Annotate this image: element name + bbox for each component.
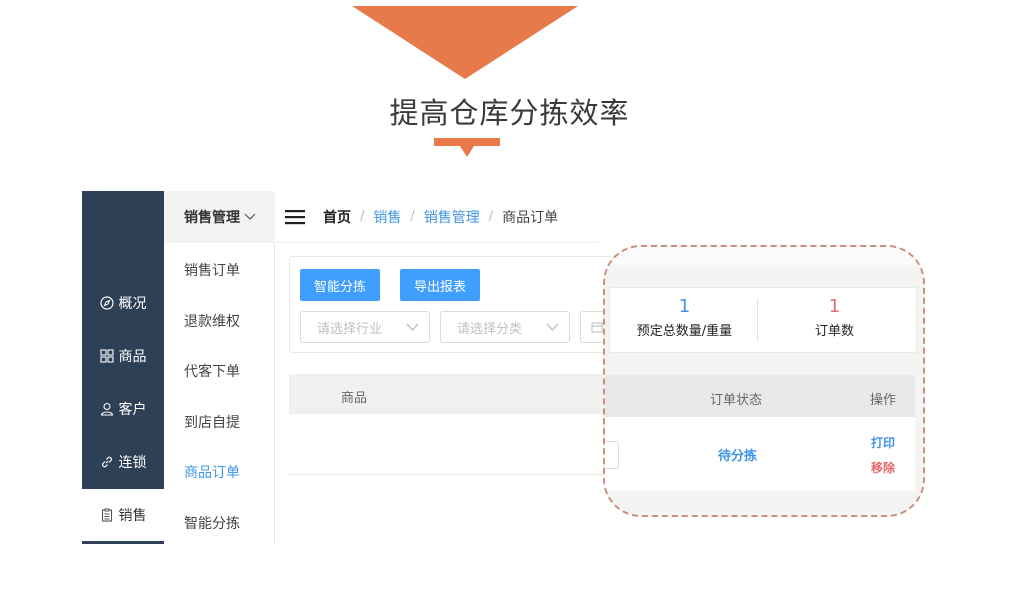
submenu-heading[interactable]: 销售管理 bbox=[164, 191, 275, 243]
industry-select[interactable]: 请选择行业 bbox=[300, 311, 430, 343]
nav-item-label: 客户 bbox=[118, 402, 147, 418]
submenu-item-product-orders[interactable]: 商品订单 bbox=[184, 462, 240, 482]
breadcrumb-sales[interactable]: 销售 bbox=[373, 207, 401, 227]
nav-item-label: 连锁 bbox=[118, 455, 147, 471]
stats-divider bbox=[757, 298, 758, 342]
stat-order-count: 1 订单数 bbox=[772, 296, 897, 339]
clipboard-icon bbox=[101, 508, 112, 522]
breadcrumb-separator: / bbox=[410, 209, 415, 224]
zoom-callout: 1 预定总数量/重量 1 订单数 订单状态 操作 待分拣 打印 移除 bbox=[603, 245, 925, 517]
top-bar: 首页 / 销售 / 销售管理 / 商品订单 bbox=[275, 191, 598, 243]
stat-total-quantity-label: 预定总数量/重量 bbox=[636, 324, 733, 339]
submenu-item-proxy-order[interactable]: 代客下单 bbox=[184, 361, 240, 381]
breadcrumb-separator: / bbox=[360, 209, 365, 224]
grid-icon bbox=[99, 349, 114, 363]
stat-order-count-value: 1 bbox=[828, 296, 841, 317]
submenu-heading-label: 销售管理 bbox=[184, 210, 240, 226]
chevron-down-icon bbox=[244, 213, 256, 220]
breadcrumb-current: 商品订单 bbox=[502, 209, 559, 226]
column-product: 商品 bbox=[341, 391, 368, 406]
stat-order-count-label: 订单数 bbox=[814, 324, 854, 339]
nav-item-chain[interactable]: 连锁 bbox=[82, 436, 164, 488]
stat-total-quantity: 1 预定总数量/重量 bbox=[622, 296, 747, 339]
row-input-edge bbox=[605, 441, 619, 469]
remove-link[interactable]: 移除 bbox=[871, 459, 895, 476]
column-order-status: 订单状态 bbox=[710, 393, 763, 408]
calendar-icon bbox=[591, 322, 603, 333]
user-icon bbox=[100, 402, 113, 416]
submenu-item-refunds[interactable]: 退款维权 bbox=[184, 311, 240, 331]
compass-icon bbox=[99, 296, 114, 310]
smart-sort-button[interactable]: 智能分拣 bbox=[300, 269, 380, 301]
nav-item-products[interactable]: 商品 bbox=[82, 330, 164, 382]
filter-panel: 智能分拣 导出报表 请选择行业 请选择分类 bbox=[289, 256, 629, 353]
main-nav: 概况 商品 客户 连锁 销售 bbox=[82, 191, 164, 544]
category-select[interactable]: 请选择分类 bbox=[440, 311, 570, 343]
table-header: 商品 bbox=[289, 374, 619, 414]
column-actions: 操作 bbox=[870, 393, 897, 408]
nav-active-indicator bbox=[82, 541, 164, 544]
nav-item-overview[interactable]: 概况 bbox=[82, 277, 164, 329]
breadcrumb: 首页 / 销售 / 销售管理 / 商品订单 bbox=[323, 207, 558, 227]
breadcrumb-home[interactable]: 首页 bbox=[323, 207, 351, 227]
nav-item-label: 商品 bbox=[118, 349, 147, 365]
nav-item-label: 销售 bbox=[118, 508, 147, 524]
nav-item-sales[interactable]: 销售 bbox=[82, 489, 164, 541]
submenu-item-sales-orders[interactable]: 销售订单 bbox=[184, 260, 240, 280]
print-link[interactable]: 打印 bbox=[871, 434, 895, 451]
breadcrumb-separator: / bbox=[488, 209, 494, 224]
table-row-divider bbox=[289, 474, 619, 475]
order-status-text: 待分拣 bbox=[718, 449, 758, 464]
industry-select-placeholder: 请选择行业 bbox=[317, 321, 383, 337]
link-icon bbox=[101, 456, 112, 468]
stats-card: 1 预定总数量/重量 1 订单数 bbox=[609, 287, 917, 353]
zoom-top-strip bbox=[605, 247, 923, 265]
hero-underline-mark bbox=[434, 138, 500, 157]
export-report-button[interactable]: 导出报表 bbox=[400, 269, 480, 301]
stat-total-quantity-value: 1 bbox=[678, 296, 691, 317]
hero-triangle-graphic bbox=[352, 6, 578, 79]
table-row: 待分拣 打印 移除 bbox=[605, 417, 915, 491]
chevron-down-icon bbox=[546, 323, 559, 331]
zoom-table-header: 订单状态 操作 bbox=[605, 375, 915, 417]
nav-item-label: 概况 bbox=[118, 296, 147, 312]
submenu-item-smart-sorting[interactable]: 智能分拣 bbox=[184, 513, 240, 533]
category-select-placeholder: 请选择分类 bbox=[457, 321, 523, 337]
hamburger-menu-icon[interactable] bbox=[285, 209, 305, 225]
submenu-item-store-pickup[interactable]: 到店自提 bbox=[184, 412, 240, 432]
breadcrumb-sales-management[interactable]: 销售管理 bbox=[424, 207, 480, 227]
nav-item-customers[interactable]: 客户 bbox=[82, 383, 164, 435]
sub-menu: 销售管理 销售订单 退款维权 代客下单 到店自提 商品订单 智能分拣 bbox=[164, 191, 275, 544]
chevron-down-icon bbox=[406, 323, 419, 331]
hero-title: 提高仓库分拣效率 bbox=[389, 96, 630, 130]
